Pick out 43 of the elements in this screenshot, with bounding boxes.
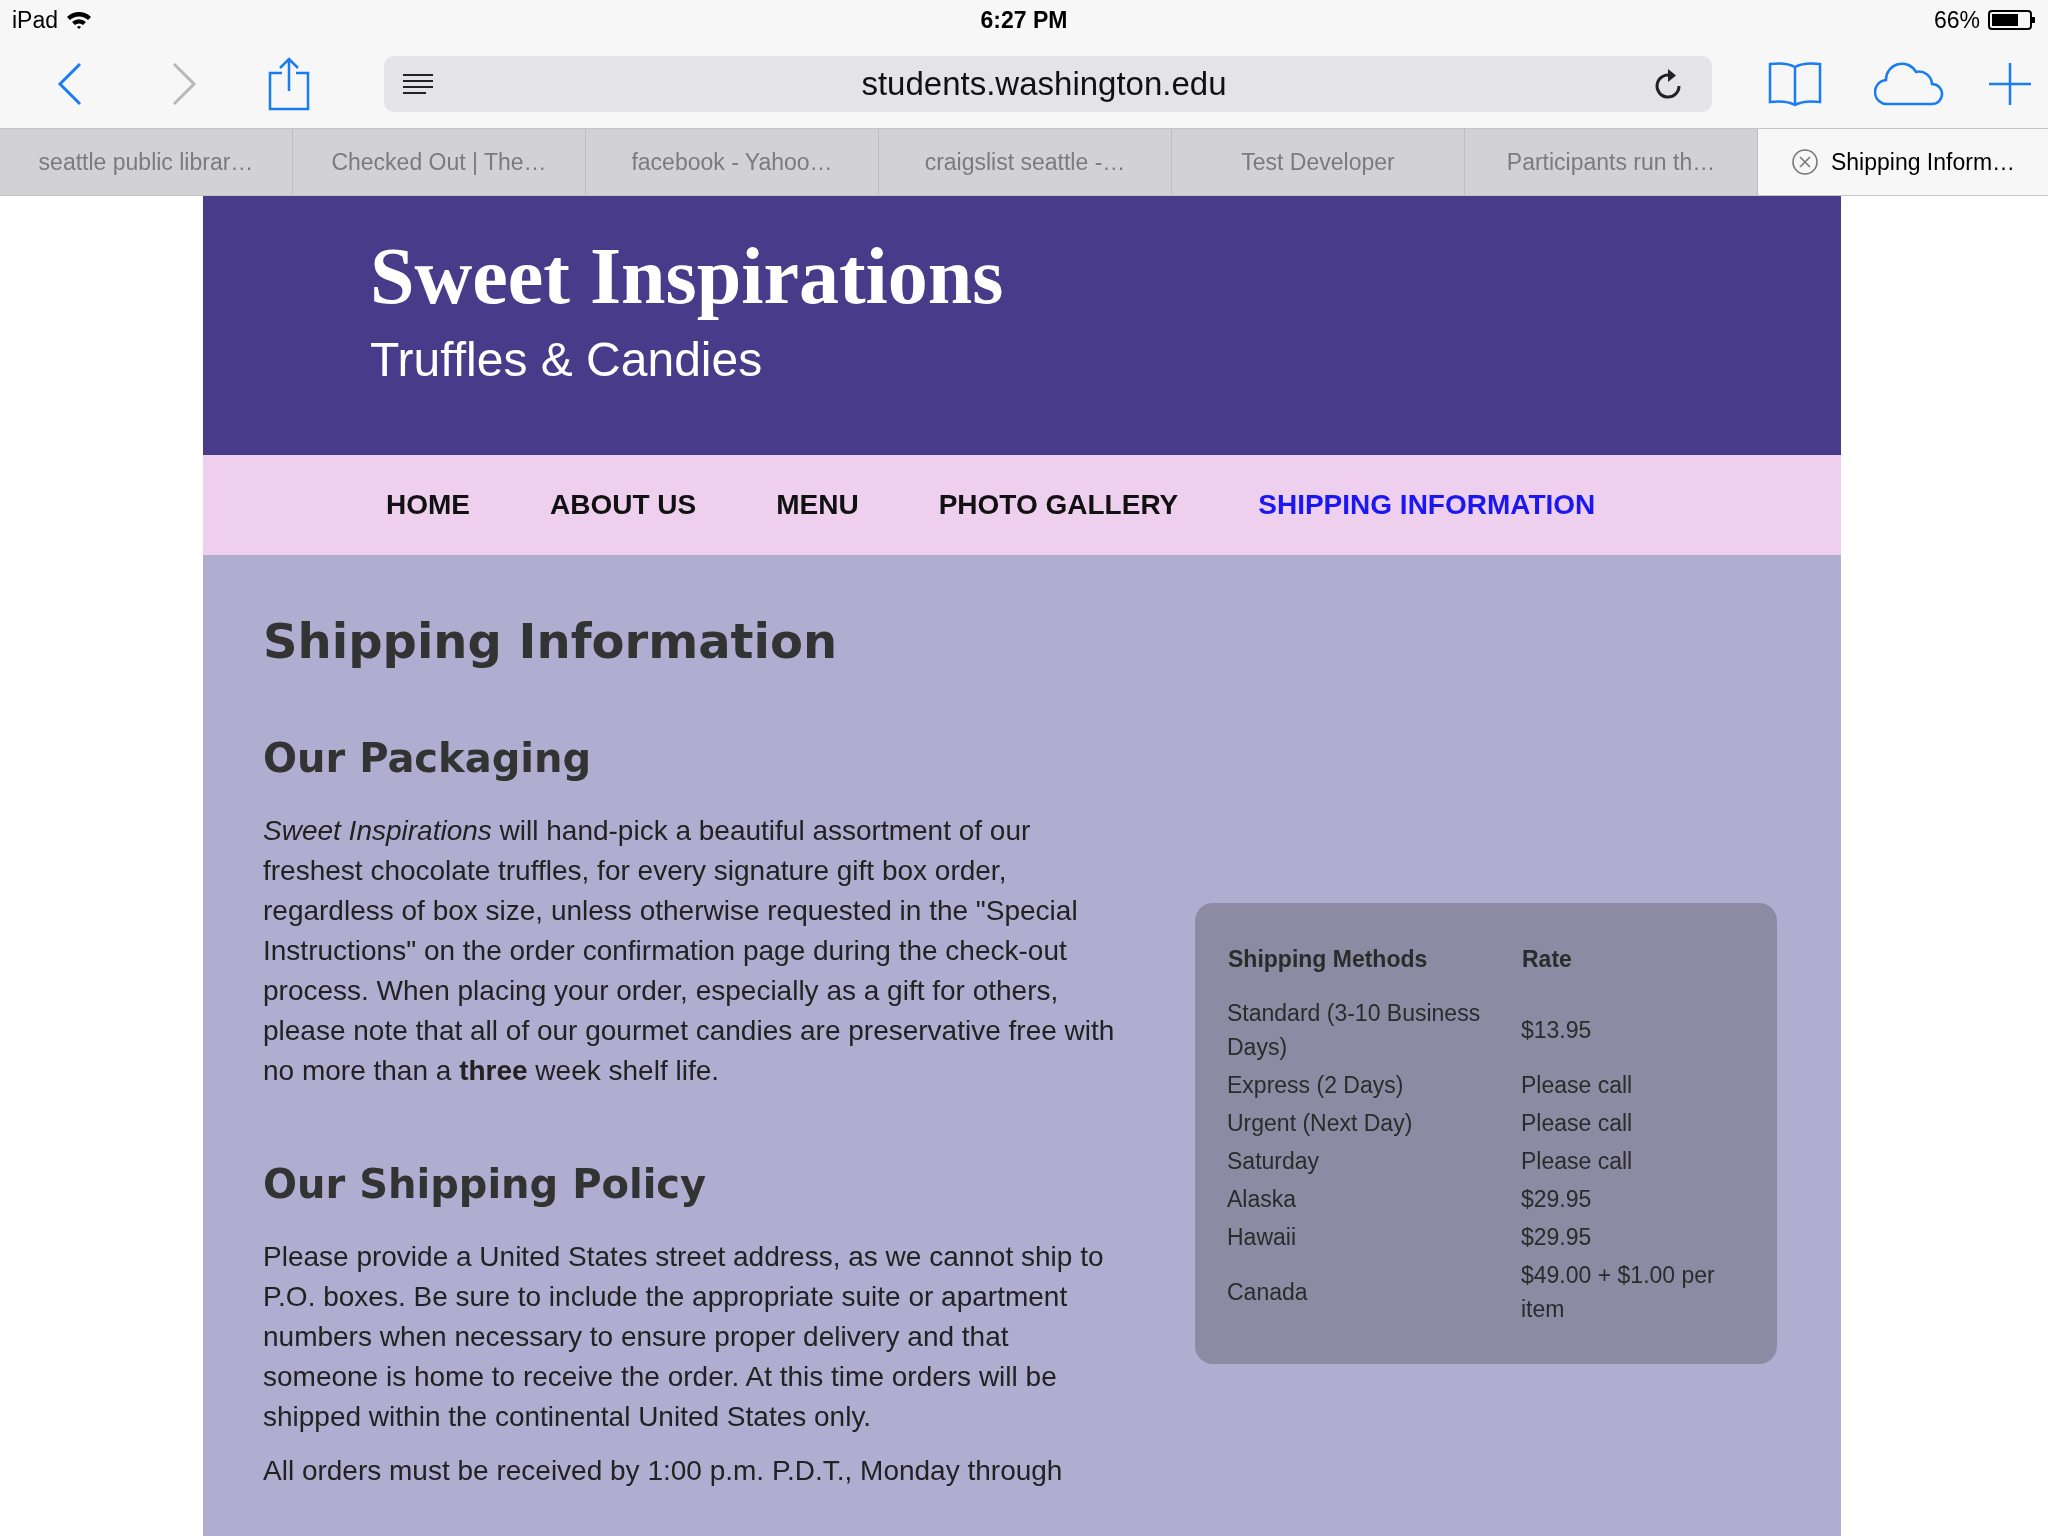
table-cell: Canada [1227, 1256, 1521, 1328]
battery-icon [1988, 9, 2036, 31]
table-cell-text: Saturday [1227, 1147, 1321, 1176]
close-icon[interactable] [1790, 148, 1819, 176]
reader-icon[interactable] [402, 73, 434, 95]
browser-tab[interactable]: Shipping Inform… [1758, 129, 2048, 195]
table-cell: Hawaii [1227, 1218, 1521, 1256]
column-header: Rate [1521, 945, 1573, 974]
table-cell-text: Please call [1521, 1071, 1634, 1100]
site-title: Sweet Inspirations [370, 232, 1005, 320]
nav-link[interactable]: ABOUT US [550, 489, 697, 521]
paragraph: Please provide a United States street address, as we cannot ship to P.O. boxes. Be sure to include the appropriate suite or apartment numbers when necessary to ensure proper delivery and that someone is home to receive the order. At this time orders will be shipped within the continental United States only. [263, 1240, 1105, 1434]
nav-link[interactable]: PHOTO GALLERY [938, 489, 1179, 521]
site-subtitle: Truffles & Candies [370, 332, 764, 387]
table-cell: Standard (3-10 Business Days) [1227, 994, 1521, 1066]
battery-percent: 66% [1933, 6, 1980, 34]
clock: 6:27 PM [980, 6, 1068, 34]
nav-link[interactable]: MENU [776, 489, 859, 521]
paragraph: Sweet Inspirations will hand-pick a beautiful assortment of our freshest chocolate truffles, for every signature gift box order, regardless of box size, unless otherwise requested in the "Special Instructions" on the order confirmation page during the check-out process. When placing your order, especially as a gift for others, please note that all of our gourmet candies are preservative free with no more than a three week shelf life. [263, 814, 1116, 1088]
table-cell: Alaska [1227, 1180, 1521, 1218]
nav-link[interactable]: HOME [386, 489, 470, 521]
cloud-icon[interactable] [1874, 62, 1944, 106]
paragraph: All orders must be received by 1:00 p.m. P.D.T., Monday through [263, 1454, 1064, 1488]
table-cell-text: $49.00 + $1.00 per item [1521, 1261, 1716, 1324]
nav-link[interactable]: SHIPPING INFORMATION [1258, 489, 1596, 521]
page-heading: Shipping Information [263, 613, 839, 669]
table-cell-text: Urgent (Next Day) [1227, 1109, 1414, 1138]
device-name: iPad [12, 6, 59, 34]
bookmarks-icon[interactable] [1768, 61, 1822, 107]
table-cell-text: Express (2 Days) [1227, 1071, 1405, 1100]
table-cell-text: Please call [1521, 1147, 1634, 1176]
back-icon[interactable] [56, 61, 84, 107]
share-icon[interactable] [268, 57, 310, 111]
table-cell-text: $29.95 [1521, 1223, 1593, 1252]
address-bar[interactable]: students.washington.edu [384, 56, 1712, 112]
section-heading: Our Packaging [263, 735, 593, 781]
section-heading: Our Shipping Policy [263, 1161, 708, 1207]
wifi-icon [66, 10, 93, 30]
table-cell-text: $29.95 [1521, 1185, 1593, 1214]
table-cell-text: Please call [1521, 1109, 1634, 1138]
column-header: Shipping Methods [1227, 945, 1429, 974]
new-tab-icon[interactable] [1988, 62, 2032, 106]
table-cell-text: $13.95 [1521, 1016, 1593, 1045]
